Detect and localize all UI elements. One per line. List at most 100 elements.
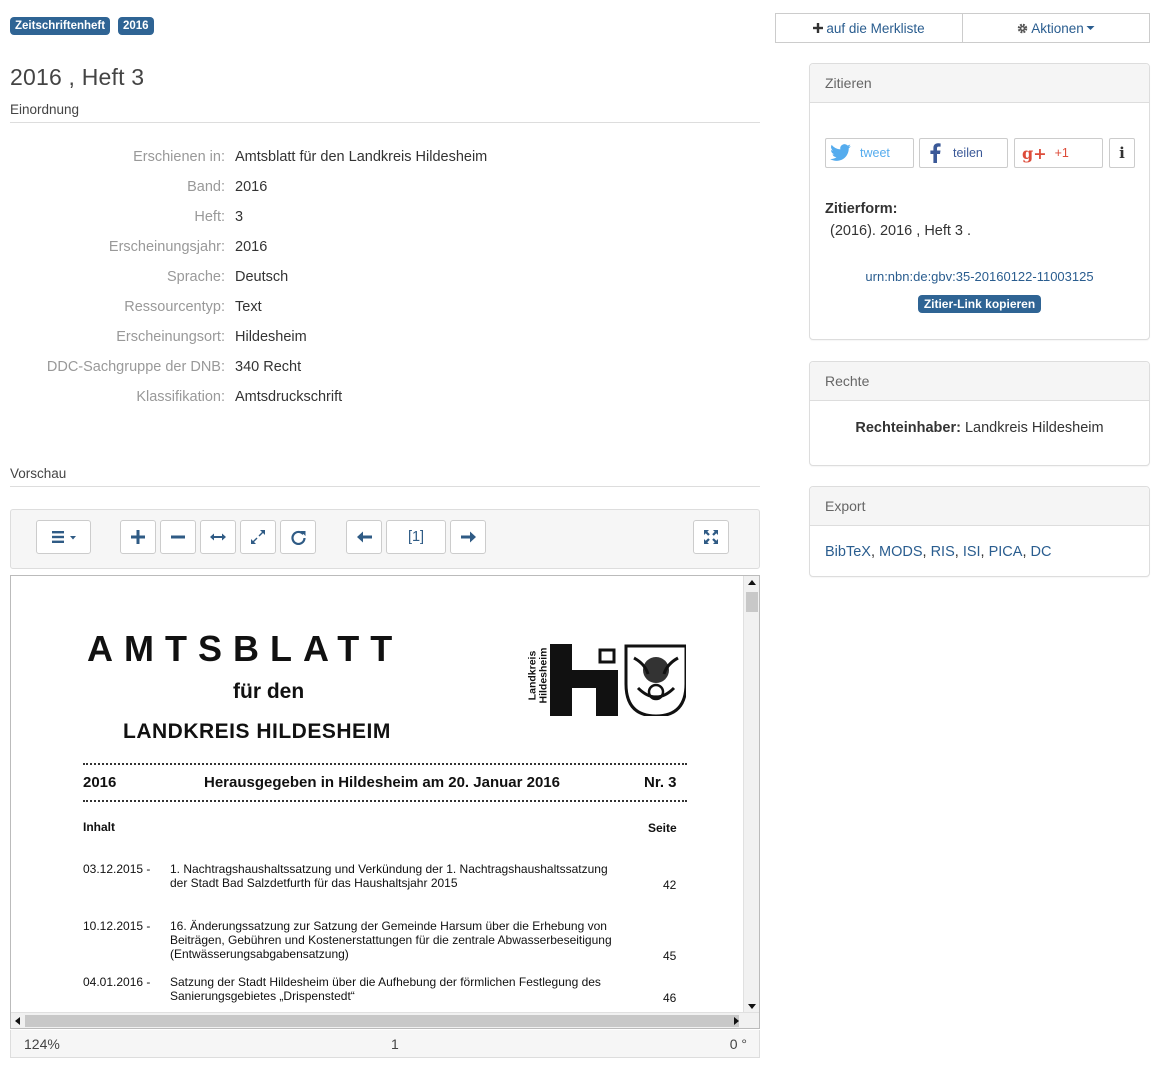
fit-page-button[interactable]	[240, 520, 276, 554]
rotate-button[interactable]	[280, 520, 316, 554]
doc-masthead: AMTSBLATT	[87, 628, 404, 669]
toc-entry-page: 42	[663, 878, 677, 892]
export-format-link[interactable]: RIS	[931, 544, 955, 560]
next-page-button[interactable]	[450, 520, 486, 554]
citation-form-label: Zitierform:	[825, 201, 898, 217]
toc-entry-date: 03.12.2015 -	[83, 862, 151, 876]
section-vorschau: Vorschau	[10, 466, 760, 487]
toc-entry-text: 1. Nachtragshaushaltssatzung und Verkünd…	[170, 862, 608, 876]
metadata-key: Band:	[187, 179, 225, 195]
scroll-up-arrow-icon[interactable]	[744, 576, 760, 590]
horizontal-scrollbar[interactable]	[11, 1012, 759, 1029]
metadata-key: DDC-Sachgruppe der DNB:	[46, 359, 225, 375]
rights-panel-heading: Rechte	[810, 362, 1149, 401]
actions-dropdown-button[interactable]: Aktionen	[963, 13, 1150, 43]
page-number-field[interactable]: [1]	[386, 520, 446, 554]
toc-entry-text: 16. Änderungssatzung zur Satzung der Gem…	[170, 919, 607, 933]
rotate-icon	[290, 530, 306, 545]
export-format-link[interactable]: BibTeX	[825, 544, 871, 560]
document-page: AMTSBLATT für den LANDKREIS HILDESHEIM L…	[11, 576, 744, 1013]
tweet-label: tweet	[860, 146, 890, 160]
scroll-right-arrow-icon[interactable]	[729, 1013, 743, 1029]
metadata-value-link[interactable]: Amtsblatt für den Landkreis Hildesheim	[235, 149, 487, 165]
zoom-out-button[interactable]	[160, 520, 196, 554]
export-format-link[interactable]: MODS	[879, 544, 923, 560]
google-plus-icon: g+	[1022, 143, 1047, 163]
horizontal-scroll-thumb[interactable]	[25, 1015, 739, 1027]
viewer-toolbar: [1]	[10, 509, 760, 569]
copy-citation-link-button[interactable]: Zitier-Link kopieren	[917, 295, 1042, 313]
zoom-level: 124%	[24, 1036, 60, 1052]
add-to-bookmarks-button[interactable]: auf die Merkliste	[775, 13, 963, 43]
metadata-value: Amtsdruckschrift	[235, 389, 343, 405]
export-format-link[interactable]: PICA	[989, 544, 1023, 560]
doc-issued: Herausgegeben in Hildesheim am 20. Janua…	[204, 774, 560, 791]
export-format-link[interactable]: ISI	[963, 544, 981, 560]
list-icon	[51, 531, 76, 543]
metadata-row: Erscheinungsjahr: 2016	[10, 232, 760, 262]
arrow-left-icon	[356, 531, 372, 543]
metadata-key: Erscheinungsort:	[116, 329, 225, 345]
metadata-row: Sprache: Deutsch	[10, 262, 760, 292]
metadata-row: Klassifikation: Amtsdruckschrift	[10, 382, 760, 412]
toc-entry-text: der Stadt Bad Salzdetfurth für das Haush…	[170, 876, 458, 890]
plus-icon	[813, 23, 824, 33]
google-plus-button[interactable]: g+ +1	[1014, 138, 1103, 168]
export-panel-heading: Export	[810, 487, 1149, 526]
rights-holder-label: Rechteinhaber:	[855, 420, 961, 436]
rotation-indicator: 0 °	[729, 1036, 747, 1052]
page-title: 2016 , Heft 3	[10, 64, 145, 90]
metadata-value: 3	[235, 209, 244, 225]
citation-form-text: (2016). 2016 , Heft 3 .	[830, 223, 972, 239]
export-format-links: BibTeX, MODS, RIS, ISI, PICA, DC	[825, 544, 1052, 560]
zoom-in-button[interactable]	[120, 520, 156, 554]
horizontal-arrows-icon	[210, 533, 226, 541]
scroll-left-arrow-icon[interactable]	[11, 1013, 25, 1029]
metadata-row: DDC-Sachgruppe der DNB: 340 Recht	[10, 352, 760, 382]
viewer-menu-button[interactable]	[36, 520, 91, 554]
tweet-button[interactable]: tweet	[825, 138, 914, 168]
metadata-value: 340 Recht	[235, 359, 302, 375]
fit-width-button[interactable]	[200, 520, 236, 554]
arrow-right-icon	[460, 531, 476, 543]
metadata-row: Heft: 3	[10, 202, 760, 232]
toc-entry-page: 46	[663, 991, 677, 1005]
metadata-row: Band: 2016	[10, 172, 760, 202]
toc-entry-date: 04.01.2016 -	[83, 975, 151, 989]
document-viewport[interactable]: AMTSBLATT für den LANDKREIS HILDESHEIM L…	[10, 575, 760, 1029]
viewer-statusbar: 124% 1 0 °	[10, 1030, 760, 1058]
metadata-key: Klassifikation:	[136, 389, 225, 405]
vertical-scroll-thumb[interactable]	[746, 592, 758, 612]
doc-rule-bottom	[83, 800, 687, 802]
scroll-down-arrow-icon[interactable]	[744, 999, 760, 1013]
metadata-row: Ressourcentyp: Text	[10, 292, 760, 322]
rights-holder: Rechteinhaber: Landkreis Hildesheim	[810, 420, 1149, 436]
doc-district: LANDKREIS HILDESHEIM	[123, 720, 391, 743]
metadata-value: Deutsch	[235, 269, 289, 285]
toc-entry-page: 45	[663, 949, 677, 963]
action-buttons: auf die Merkliste Aktionen	[775, 13, 1150, 43]
doc-inhalt: Inhalt	[83, 820, 115, 834]
logo-text: Landkreis Hildesheim	[526, 647, 550, 704]
copy-link-wrap: Zitier-Link kopieren	[810, 295, 1149, 313]
doc-seite: Seite	[648, 821, 677, 835]
toc-entry-text: Satzung der Stadt Hildesheim über die Au…	[170, 975, 601, 989]
doc-subtitle: für den	[233, 680, 305, 703]
export-format-link[interactable]: DC	[1031, 544, 1052, 560]
doc-year: 2016	[83, 774, 117, 791]
urn-link[interactable]: urn:nbn:de:gbv:35-20160122-11003125	[810, 269, 1149, 284]
caret-down-icon	[1086, 26, 1095, 30]
metadata-value: Text	[235, 299, 262, 315]
facebook-share-button[interactable]: teilen	[919, 138, 1008, 168]
metadata-table: Erschienen in: Amtsblatt für den Landkrei…	[10, 142, 760, 412]
citation-panel: Zitieren tweet teilen g+ +1 i Zitierform…	[809, 63, 1150, 340]
previous-page-button[interactable]	[346, 520, 382, 554]
badge-group: Zeitschriftenheft 2016	[10, 16, 158, 35]
fullscreen-button[interactable]	[693, 520, 729, 554]
share-info-button[interactable]: i	[1109, 138, 1135, 168]
fullscreen-icon	[704, 530, 718, 544]
metadata-value: 2016	[235, 179, 268, 195]
vertical-scrollbar[interactable]	[743, 576, 759, 1013]
section-einordnung: Einordnung	[10, 102, 760, 123]
metadata-key: Erschienen in:	[133, 149, 225, 165]
